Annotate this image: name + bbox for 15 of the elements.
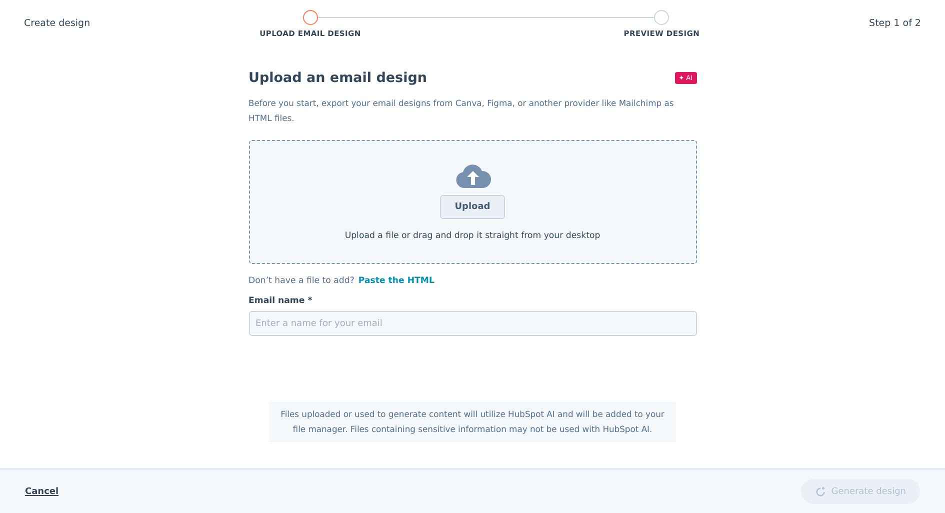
email-name-field[interactable]: Enter a name for your email (248, 311, 696, 336)
field-label: Email name * (248, 296, 314, 306)
ai-notice: Files uploaded or used to generate content will utilize HubSpot AI and will be added to your file manager. Files containing sensitive information may not be used with HubSpot AI. (269, 402, 676, 442)
description: Before you start, export your email designs from Canva, Figma, or another provider like Mailchimp as HTML files. (248, 97, 675, 125)
sparkle-refresh-icon (815, 486, 826, 497)
page-title: Create design (24, 18, 90, 29)
cloud-upload-icon (454, 163, 490, 189)
paste-html-link[interactable]: Paste the HTML (358, 276, 434, 286)
upload-hint: Upload a file or drag and drop it straight from your desktop (344, 231, 600, 241)
panel-heading: Upload an email design (248, 70, 427, 86)
paste-prompt: Don’t have a file to add? (248, 276, 354, 286)
cancel-link[interactable]: Cancel (25, 486, 59, 496)
upload-button[interactable]: Upload (440, 195, 506, 219)
step-counter: Step 1 of 2 (869, 18, 921, 29)
drop-zone[interactable]: Upload Upload a file or drag and drop it straight from your desktop (248, 140, 696, 264)
